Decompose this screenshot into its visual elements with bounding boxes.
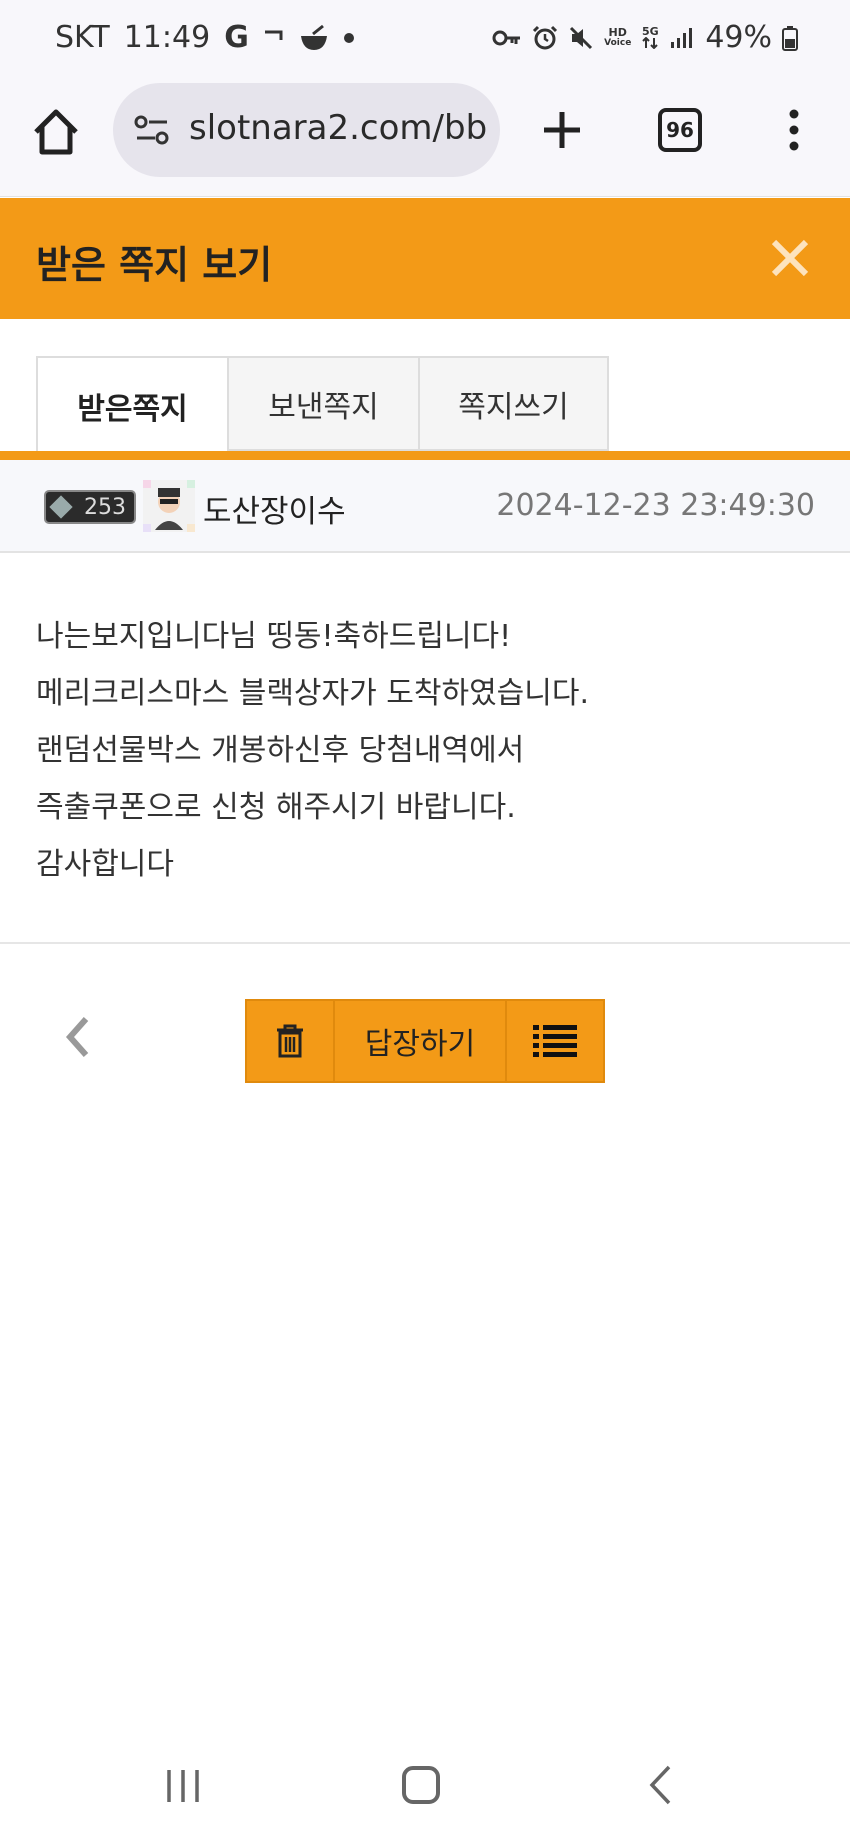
tab-switcher-button[interactable]: 96: [658, 108, 702, 152]
recent-apps-button[interactable]: [165, 1768, 201, 1804]
level-badge: 253: [44, 490, 136, 524]
battery-icon: [782, 25, 798, 51]
page-header: 받은 쪽지 보기: [0, 198, 850, 319]
reply-button[interactable]: 답장하기: [335, 1001, 507, 1081]
status-bar: SKT 11:49 G HD Voice 5G 49%: [0, 0, 850, 80]
message-line: 감사합니다: [36, 847, 174, 882]
more-vert-icon: [789, 109, 799, 151]
message-body: 나는보지입니다님 띵동!축하드립니다! 메리크리스마스 블랙상자가 도착하였습니…: [36, 608, 589, 893]
alarm-icon: [532, 25, 558, 51]
close-button[interactable]: [766, 234, 814, 282]
new-tab-button[interactable]: [540, 108, 584, 152]
message-line: 즉출쿠폰으로 신청 해주시기 바랍니다.: [36, 790, 516, 825]
battery-label: 49%: [705, 20, 772, 55]
recent-apps-icon: [167, 1770, 199, 1802]
home-icon: [34, 109, 78, 155]
hd-voice-icon: HD Voice: [604, 27, 631, 49]
chevron-left-icon: [65, 1017, 89, 1057]
5g-icon: 5G: [641, 26, 659, 49]
sender-name[interactable]: 도산장이수: [203, 486, 346, 531]
hd-label: HD: [608, 25, 627, 39]
sent-date: 2024-12-23 23:49:30: [496, 488, 815, 523]
level-number: 253: [84, 495, 126, 520]
message-tabs: 받은쪽지 보낸쪽지 쪽지쓰기: [36, 356, 609, 453]
back-icon: [649, 1765, 671, 1805]
trash-icon: [277, 1024, 303, 1058]
url-bar[interactable]: slotnara2.com/bb: [113, 83, 500, 177]
site-settings-icon[interactable]: [133, 113, 171, 147]
home-nav-button[interactable]: [402, 1766, 440, 1804]
list-icon: [533, 1025, 577, 1057]
url-text: slotnara2.com/bb: [189, 108, 488, 148]
message-line: 나는보지입니다님 띵동!축하드립니다!: [36, 619, 512, 654]
tab-sent[interactable]: 보낸쪽지: [227, 356, 418, 451]
message-line: 메리크리스마스 블랙상자가 도착하였습니다.: [36, 676, 590, 711]
avatar: [143, 480, 195, 532]
page-title: 받은 쪽지 보기: [36, 243, 273, 287]
food-bowl-icon: [299, 24, 329, 52]
message-line: 랜덤선물박스 개봉하신후 당첨내역에서: [36, 733, 525, 768]
tab-underline: [0, 451, 850, 460]
level-gem-icon: [49, 495, 73, 519]
system-nav-bar: [0, 1740, 850, 1842]
close-icon: [771, 239, 809, 277]
signal-icon: [669, 26, 695, 50]
back-nav-button[interactable]: [647, 1764, 673, 1806]
previous-button[interactable]: [62, 1015, 94, 1059]
carrier-label: SKT: [55, 20, 110, 55]
sender-row: 253 도산장이수 2024-12-23 23:49:30: [0, 460, 850, 553]
browser-toolbar: slotnara2.com/bb 96: [0, 80, 850, 197]
key-icon: [492, 28, 522, 48]
tab-received[interactable]: 받은쪽지: [36, 356, 227, 453]
action-buttons: 답장하기: [245, 999, 605, 1083]
voice-label: Voice: [604, 37, 632, 48]
browser-menu-button[interactable]: [782, 108, 806, 152]
network-label: 5G: [641, 25, 659, 38]
tab-compose[interactable]: 쪽지쓰기: [418, 356, 609, 451]
google-icon: G: [224, 20, 249, 55]
delete-button[interactable]: [247, 1001, 335, 1081]
mute-icon: [568, 25, 594, 51]
chat-icon: [263, 28, 285, 48]
dot-icon: [343, 32, 355, 44]
clock-label: 11:49: [123, 20, 211, 55]
divider: [0, 942, 850, 944]
plus-icon: [544, 112, 580, 148]
list-button[interactable]: [507, 1001, 603, 1081]
home-button[interactable]: [30, 106, 82, 158]
